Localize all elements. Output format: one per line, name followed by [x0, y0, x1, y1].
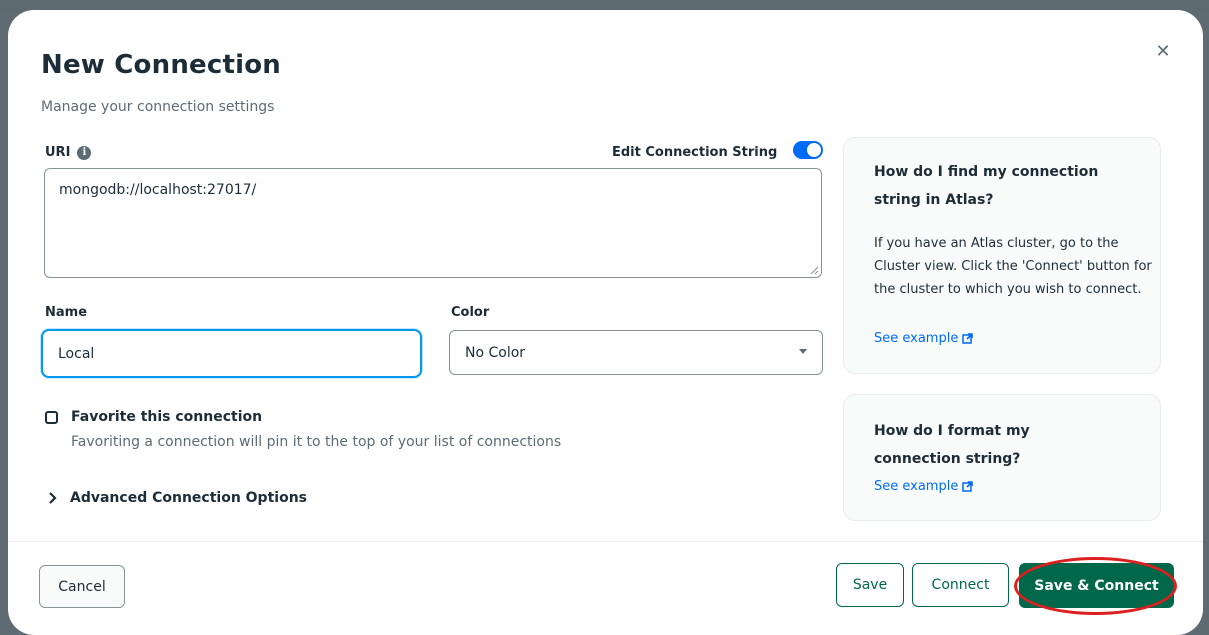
favorite-checkbox[interactable] — [45, 411, 58, 424]
modal-subtitle: Manage your connection settings — [41, 99, 275, 115]
info-icon[interactable]: i — [77, 145, 92, 160]
name-input[interactable] — [41, 329, 422, 378]
edit-connection-string-toggle[interactable] — [793, 141, 823, 159]
uri-value: mongodb://localhost:27017/ — [59, 182, 257, 198]
toggle-knob — [807, 143, 821, 157]
footer-divider — [8, 541, 1203, 542]
modal-title: New Connection — [41, 50, 281, 80]
cancel-button[interactable]: Cancel — [39, 565, 125, 608]
see-example-link[interactable]: See example — [874, 331, 974, 346]
favorite-label[interactable]: Favorite this connection — [71, 409, 262, 425]
help-body: If you have an Atlas cluster, go to the … — [874, 236, 1152, 297]
save-button[interactable]: Save — [836, 563, 904, 607]
see-example-label: See example — [874, 479, 959, 494]
color-selected-value: No Color — [465, 344, 526, 361]
resize-grip-icon[interactable] — [809, 265, 819, 275]
external-link-icon — [962, 333, 974, 344]
new-connection-modal: New Connection Manage your connection se… — [8, 10, 1203, 635]
color-label: Color — [451, 305, 490, 320]
external-link-icon — [962, 481, 974, 492]
caret-down-icon — [799, 349, 807, 354]
favorite-description: Favoriting a connection will pin it to t… — [71, 434, 562, 450]
close-icon[interactable]: ✕ — [1153, 42, 1173, 62]
advanced-options-toggle[interactable]: Advanced Connection Options — [70, 490, 307, 506]
uri-textarea[interactable]: mongodb://localhost:27017/ — [44, 168, 822, 278]
name-label: Name — [45, 305, 88, 320]
help-card-format: How do I format my connection string? Se… — [843, 394, 1161, 521]
uri-label: URI i — [45, 145, 92, 160]
color-select[interactable]: No Color — [449, 330, 823, 375]
chevron-right-icon[interactable] — [48, 491, 58, 505]
see-example-link[interactable]: See example — [874, 479, 974, 494]
help-title: How do I find my connection string in At… — [874, 164, 1099, 208]
save-and-connect-button[interactable]: Save & Connect — [1019, 563, 1174, 608]
edit-connection-string-label: Edit Connection String — [612, 145, 778, 160]
help-card-atlas: How do I find my connection string in At… — [843, 137, 1161, 374]
help-title: How do I format my connection string? — [874, 423, 1030, 467]
connect-button[interactable]: Connect — [912, 563, 1009, 607]
see-example-label: See example — [874, 331, 959, 346]
uri-label-text: URI — [45, 145, 71, 160]
